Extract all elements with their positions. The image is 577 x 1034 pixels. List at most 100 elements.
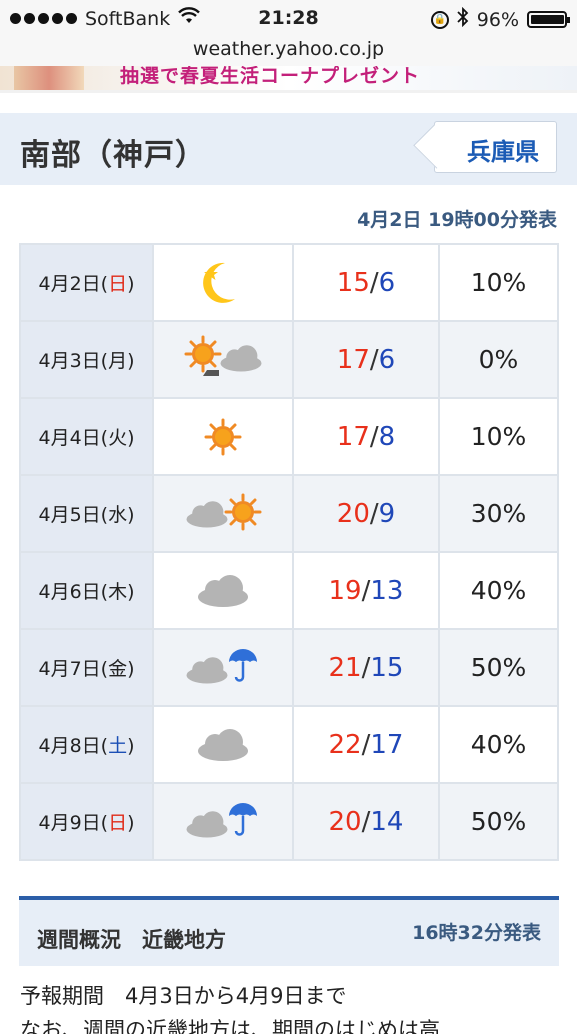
high-temp: 15: [336, 267, 370, 298]
date-text: 4月7日(: [38, 658, 109, 680]
date-text: 4月4日(: [38, 427, 109, 449]
low-temp: 17: [370, 729, 404, 760]
forecast-date: 4月9日(日): [19, 782, 154, 861]
weekday-label: 月: [108, 350, 128, 372]
temp-separator: /: [369, 498, 379, 529]
url-bar[interactable]: weather.yahoo.co.jp: [0, 38, 577, 66]
forecast-row: 4月7日(金) 21/15 50%: [19, 628, 559, 707]
date-text: 4月6日(: [38, 581, 109, 603]
temperature: 17/8: [292, 397, 440, 476]
precip-probability: 40%: [438, 551, 559, 630]
temperature: 17/6: [292, 320, 440, 399]
date-close: ): [127, 427, 135, 449]
forecast-row: 4月5日(水) 20/9 30%: [19, 474, 559, 553]
weekly-issued-time: 16時32分発表: [412, 922, 541, 944]
temperature: 21/15: [292, 628, 440, 707]
high-temp: 17: [336, 344, 370, 375]
banner-image: [14, 66, 84, 90]
temperature: 19/13: [292, 551, 440, 630]
date-text: 4月9日(: [38, 812, 109, 834]
weekday-label: 日: [108, 812, 128, 834]
weather-icon-cell: [152, 474, 294, 553]
cloud-icon: [173, 728, 273, 761]
cloud-rain-icon: [173, 802, 273, 837]
low-temp: 9: [378, 498, 396, 529]
forecast-date: 4月4日(火): [19, 397, 154, 476]
weather-icon-cell: [152, 782, 294, 861]
temp-separator: /: [369, 421, 379, 452]
bluetooth-icon: [457, 6, 469, 32]
precip-probability: 50%: [438, 628, 559, 707]
date-close: ): [127, 504, 135, 526]
weekly-title: 週間概況 近畿地方: [37, 928, 226, 952]
sun-icon: [173, 418, 273, 455]
weekday-label: 火: [108, 427, 128, 449]
date-close: ): [127, 350, 135, 372]
low-temp: 6: [378, 267, 396, 298]
precip-probability: 40%: [438, 705, 559, 784]
high-temp: 19: [328, 575, 362, 606]
weather-icon-cell: [152, 551, 294, 630]
moon-star-icon: [173, 262, 273, 303]
low-temp: 8: [378, 421, 396, 452]
weekday-label: 日: [108, 273, 128, 295]
high-temp: 20: [336, 498, 370, 529]
forecast-date: 4月8日(土): [19, 705, 154, 784]
page-title: 南部（神戸）: [20, 138, 206, 173]
forecast-date: 4月7日(金): [19, 628, 154, 707]
low-temp: 13: [370, 575, 404, 606]
temperature: 15/6: [292, 243, 440, 322]
cloud-sun-icon: [173, 493, 273, 530]
temperature: 22/17: [292, 705, 440, 784]
weather-icon-cell: [152, 397, 294, 476]
temp-separator: /: [369, 267, 379, 298]
date-text: 4月8日(: [38, 735, 109, 757]
low-temp: 15: [370, 652, 404, 683]
weather-icon-cell: [152, 243, 294, 322]
forecast-row: 4月4日(火) 17/8 10%: [19, 397, 559, 476]
forecast-date: 4月6日(木): [19, 551, 154, 630]
weekday-label: 金: [108, 658, 128, 680]
sun-then-cloud-icon: [173, 335, 273, 376]
prefecture-back-button[interactable]: 兵庫県: [413, 121, 557, 173]
weekday-label: 木: [108, 581, 128, 603]
date-close: ): [127, 581, 135, 603]
forecast-date: 4月3日(月): [19, 320, 154, 399]
date-text: 4月2日(: [38, 273, 109, 295]
status-bar: SoftBank 21:28 🔒 96%: [0, 0, 577, 38]
forecast-row: 4月9日(日) 20/14 50%: [19, 782, 559, 861]
date-close: ): [127, 735, 135, 757]
prefecture-label: 兵庫県: [467, 138, 539, 166]
ad-banner[interactable]: 抽選で春夏生活コーナプレゼント: [0, 66, 577, 93]
cloud-icon: [173, 574, 273, 607]
banner-text: 抽選で春夏生活コーナプレゼント: [120, 66, 421, 87]
forecast-row: 4月8日(土) 22/17 40%: [19, 705, 559, 784]
date-text: 4月3日(: [38, 350, 109, 372]
weather-icon-cell: [152, 320, 294, 399]
precip-probability: 0%: [438, 320, 559, 399]
low-temp: 6: [378, 344, 396, 375]
forecast-period: 予報期間 4月3日から4月9日まで: [20, 984, 347, 1008]
precip-probability: 30%: [438, 474, 559, 553]
temperature: 20/14: [292, 782, 440, 861]
high-temp: 21: [328, 652, 362, 683]
battery-icon: [527, 11, 570, 28]
high-temp: 20: [328, 806, 362, 837]
date-text: 4月5日(: [38, 504, 109, 526]
forecast-date: 4月2日(日): [19, 243, 154, 322]
weekly-header: 週間概況 近畿地方 16時32分発表: [19, 896, 559, 966]
weekday-label: 水: [108, 504, 128, 526]
high-temp: 17: [336, 421, 370, 452]
issued-time: 4月2日 19時00分発表: [357, 209, 557, 231]
forecast-date: 4月5日(水): [19, 474, 154, 553]
low-temp: 14: [370, 806, 404, 837]
weather-icon-cell: [152, 628, 294, 707]
date-close: ): [127, 658, 135, 680]
high-temp: 22: [328, 729, 362, 760]
status-right: 🔒 96%: [430, 6, 570, 32]
precip-probability: 50%: [438, 782, 559, 861]
rotation-lock-icon: 🔒: [430, 10, 449, 29]
date-close: ): [127, 812, 135, 834]
forecast-row: 4月3日(月) 17/6 0%: [19, 320, 559, 399]
weekly-body-text: なお、週間の近畿地方は、期間のはじめは高: [20, 1018, 440, 1034]
